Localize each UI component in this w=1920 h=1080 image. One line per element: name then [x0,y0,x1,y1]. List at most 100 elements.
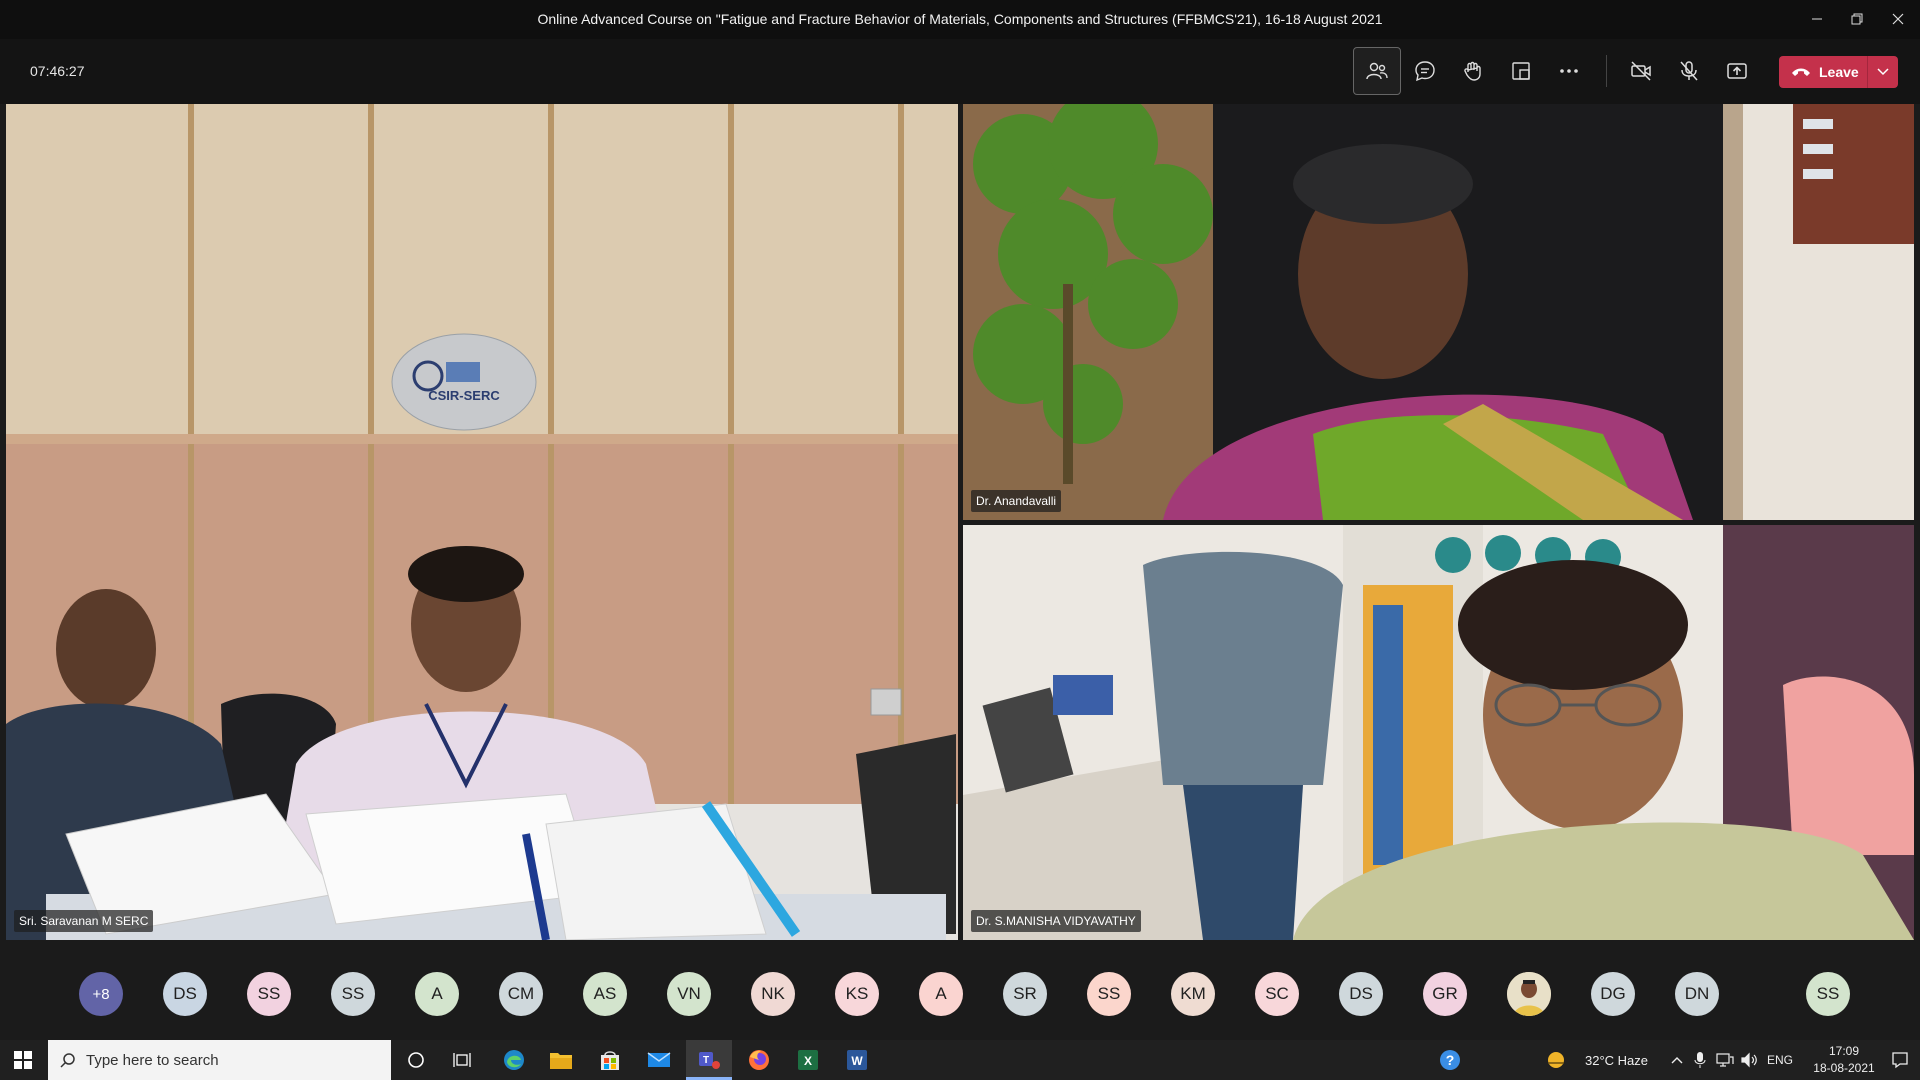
search-placeholder: Type here to search [86,1051,219,1069]
tray-mic[interactable] [1688,1040,1712,1080]
participant-avatar[interactable]: CM [499,972,543,1016]
teams-icon: T [699,1051,720,1069]
restore-button[interactable] [1840,6,1874,32]
meeting-timer: 07:46:27 [30,63,85,79]
help-icon: ? [1440,1050,1460,1070]
word-app[interactable]: W [834,1040,880,1080]
search-icon [60,1053,75,1068]
clock-time[interactable]: 17:09 [1812,1044,1876,1058]
share-icon [1727,63,1747,79]
participant-avatar[interactable]: KM [1171,972,1215,1016]
video-tile-anandavalli[interactable]: Dr. Anandavalli [963,104,1914,520]
participant-avatar[interactable]: KS [835,972,879,1016]
svg-text:W: W [851,1054,863,1068]
word-icon: W [847,1050,867,1070]
notification-center-button[interactable] [1880,1040,1920,1080]
close-icon [1892,13,1904,25]
tray-volume[interactable] [1737,1040,1763,1080]
overflow-participants-avatar[interactable]: +8 [79,972,123,1016]
edge-icon [504,1050,524,1070]
weather-text[interactable]: 32°C Haze [1585,1053,1648,1068]
participant-avatar[interactable]: SS [1087,972,1131,1016]
participant-avatar[interactable]: DN [1675,972,1719,1016]
notification-icon [1892,1052,1908,1069]
window-title: Online Advanced Course on "Fatigue and F… [537,11,1383,27]
camera-off-icon [1631,61,1651,81]
participant-avatar[interactable]: VN [667,972,711,1016]
teams-app-active[interactable]: T [686,1040,732,1080]
help-button[interactable]: ? [1427,1040,1473,1080]
mic-button[interactable] [1665,47,1713,95]
raise-hand-icon [1464,61,1481,81]
network-icon [1716,1053,1734,1067]
self-avatar[interactable]: SS [1806,972,1850,1016]
meeting-toolbar: 07:46:27 Leave [0,39,1920,104]
excel-app[interactable]: X [785,1040,831,1080]
minimize-icon [1812,18,1822,20]
leave-options-button[interactable] [1868,68,1898,76]
title-bar: Online Advanced Course on "Fatigue and F… [0,0,1920,39]
people-icon [1366,62,1388,80]
edge-app[interactable] [491,1040,537,1080]
participants-button[interactable] [1353,47,1401,95]
participant-avatar[interactable]: DS [1339,972,1383,1016]
chat-icon [1415,61,1435,82]
tray-network[interactable] [1712,1040,1738,1080]
folder-icon [550,1053,572,1069]
clock-date[interactable]: 18-08-2021 [1812,1061,1876,1075]
participant-name: Dr. Anandavalli [971,490,1062,512]
show-hidden-icons-button[interactable] [1664,1040,1690,1080]
restore-icon [1851,13,1863,25]
participant-avatar[interactable]: AS [583,972,627,1016]
weather-haze-icon [1548,1052,1564,1068]
participant-avatar[interactable]: SR [1003,972,1047,1016]
participant-avatar[interactable]: NK [751,972,795,1016]
more-icon [1560,69,1578,73]
participant-avatar[interactable]: SC [1255,972,1299,1016]
raise-hand-button[interactable] [1449,47,1497,95]
leave-button[interactable]: Leave [1779,56,1898,88]
start-button[interactable] [0,1040,46,1080]
minimize-button[interactable] [1800,6,1834,32]
leave-label: Leave [1819,64,1859,80]
share-button[interactable] [1713,47,1761,95]
close-window-button[interactable] [1881,6,1915,32]
breakout-rooms-button[interactable] [1497,47,1545,95]
cortana-icon [408,1052,424,1068]
toolbar-divider [1606,55,1607,87]
mail-icon [647,1052,671,1067]
participant-avatar[interactable]: A [919,972,963,1016]
windows-logo-icon [14,1051,32,1069]
participant-avatar[interactable]: GR [1423,972,1467,1016]
chat-button[interactable] [1401,47,1449,95]
video-feed-office [963,104,1914,520]
mic-off-icon [1680,61,1698,81]
microphone-icon [1694,1052,1706,1068]
svg-text:X: X [804,1054,812,1068]
video-tile-manisha[interactable]: Dr. S.MANISHA VIDYAVATHY [963,525,1914,940]
participant-photo-avatar[interactable] [1507,972,1551,1016]
mail-app[interactable] [636,1040,682,1080]
participant-name: Sri. Saravanan M SERC [14,910,154,932]
file-explorer-app[interactable] [538,1040,584,1080]
language-indicator[interactable]: ENG [1767,1053,1793,1067]
firefox-app[interactable] [736,1040,782,1080]
participant-avatar[interactable]: SS [331,972,375,1016]
task-view-button[interactable] [439,1040,485,1080]
weather-widget[interactable] [1541,1040,1571,1080]
firefox-icon [749,1050,769,1070]
participant-avatar[interactable]: DS [163,972,207,1016]
video-feed-conference-room: CSIR-SERC [6,104,958,940]
participant-avatar[interactable]: DG [1591,972,1635,1016]
store-app[interactable] [587,1040,633,1080]
cortana-button[interactable] [393,1040,439,1080]
video-tile-saravanan[interactable]: CSIR-SERC Sri. Saravanan M SERC [6,104,958,940]
camera-button[interactable] [1617,47,1665,95]
more-actions-button[interactable] [1545,47,1593,95]
taskbar-search-box[interactable]: Type here to search [48,1040,391,1080]
leave-main[interactable]: Leave [1779,56,1867,88]
participant-avatar[interactable]: A [415,972,459,1016]
participant-avatar[interactable]: SS [247,972,291,1016]
windows-taskbar: Type here to search T X W ? 32°C Haze EN… [0,1040,1920,1080]
task-view-icon [453,1053,471,1067]
